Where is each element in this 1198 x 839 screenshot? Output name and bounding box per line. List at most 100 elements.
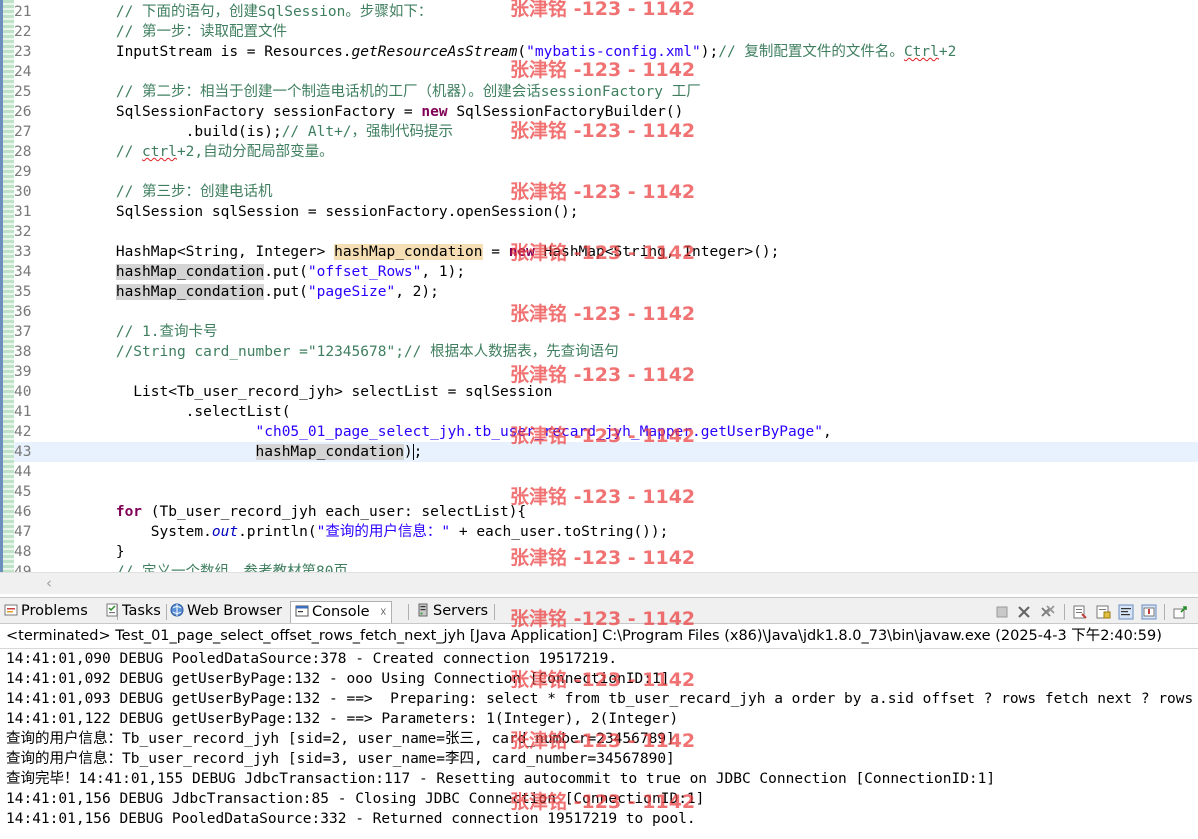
code-line[interactable]: 36 <box>14 302 1198 322</box>
code-line[interactable]: 35 hashMap_condation.put("pageSize", 2); <box>14 282 1198 302</box>
editor-horizontal-scrollbar[interactable]: ‹ <box>0 572 1198 594</box>
close-tab-icon[interactable]: ☓ <box>380 605 386 619</box>
code-token: ; <box>413 444 423 460</box>
code-token: ctrl <box>142 144 177 160</box>
code-line[interactable]: 25 // 第二步：相当于创建一个制造电话机的工厂（机器）。创建会话sessio… <box>14 82 1198 102</box>
line-number: 25 <box>14 84 32 100</box>
code-text: .build(is);// Alt+/，强制代码提示 <box>46 122 453 142</box>
console-line: 查询的用户信息：Tb_user_record_jyh [sid=3, user_… <box>6 751 675 767</box>
code-text: InputStream is = Resources.getResourceAs… <box>46 42 957 62</box>
code-token: "offset_Rows" <box>307 264 422 280</box>
clear-console-icon[interactable] <box>1072 604 1088 620</box>
line-number: 44 <box>14 464 32 480</box>
tasks-icon <box>106 603 118 617</box>
web-browser-icon <box>170 603 184 617</box>
views-tab-bar: Problems Tasks Web Browser Console ☓ Ser… <box>0 597 1198 624</box>
code-token: HashMap<String, Integer>(); <box>534 244 780 260</box>
line-number: 28 <box>14 144 32 160</box>
code-line[interactable]: 31 SqlSession sqlSession = sessionFactor… <box>14 202 1198 222</box>
code-token: // 1.查询卡号 <box>46 324 218 340</box>
code-token: .println( <box>238 524 317 540</box>
line-number: 36 <box>14 304 32 320</box>
code-token: .selectList( <box>46 404 291 420</box>
code-token: hashMap_condation <box>115 284 265 300</box>
code-text: hashMap_condation.put("offset_Rows", 1); <box>46 262 465 282</box>
show-console-on-output-icon[interactable] <box>1141 604 1157 620</box>
code-line[interactable]: 37 // 1.查询卡号 <box>14 322 1198 342</box>
tab-console[interactable]: Console ☓ <box>290 601 392 623</box>
tab-web-browser[interactable]: Web Browser <box>170 601 282 623</box>
code-token: .put( <box>264 284 308 300</box>
scroll-lock-icon[interactable] <box>1095 604 1111 620</box>
line-number: 49 <box>14 564 32 572</box>
console-line: 14:41:01,156 DEBUG PooledDataSource:332 … <box>6 811 696 827</box>
code-line[interactable]: 32 <box>14 222 1198 242</box>
console-view[interactable]: <terminated> Test_01_page_select_offset_… <box>0 625 1198 839</box>
code-line[interactable]: 34 hashMap_condation.put("offset_Rows", … <box>14 262 1198 282</box>
code-line[interactable]: 38 //String card_number ="12345678";// 根… <box>14 342 1198 362</box>
code-line[interactable]: 24 <box>14 62 1198 82</box>
code-line[interactable]: 43 hashMap_condation); <box>14 442 1198 462</box>
scroll-left-icon[interactable]: ‹ <box>46 574 52 592</box>
code-line[interactable]: 42 "ch05_01_page_select_jyh.tb_user_reca… <box>14 422 1198 442</box>
code-line[interactable]: 27 .build(is);// Alt+/，强制代码提示 <box>14 122 1198 142</box>
code-token: InputStream is = Resources. <box>46 44 352 60</box>
code-line[interactable]: 41 .selectList( <box>14 402 1198 422</box>
line-number: 46 <box>14 504 32 520</box>
tab-tasks[interactable]: Tasks <box>105 601 161 623</box>
code-line[interactable]: 21 // 下面的语句，创建SqlSession。步骤如下： <box>14 2 1198 22</box>
code-token: // 第二步：相当于创建一个制造电话机的工厂（机器）。创建会话sessionFa… <box>46 84 701 100</box>
toolbar-separator <box>1064 604 1065 620</box>
servers-icon <box>418 603 428 617</box>
code-token: out <box>211 524 239 540</box>
code-line[interactable]: 28 // ctrl+2,自动分配局部变量。 <box>14 142 1198 162</box>
terminate-icon[interactable] <box>994 604 1010 620</box>
word-wrap-icon[interactable] <box>1118 604 1134 620</box>
code-text: hashMap_condation.put("pageSize", 2); <box>46 282 439 302</box>
console-output[interactable]: 14:41:01,090 DEBUG PooledDataSource:378 … <box>6 649 1198 829</box>
code-line[interactable]: 46 for (Tb_user_record_jyh each_user: se… <box>14 502 1198 522</box>
code-token: ) <box>403 444 413 460</box>
console-line: 14:41:01,093 DEBUG getUserByPage:132 - =… <box>6 691 1198 707</box>
code-line[interactable]: 33 HashMap<String, Integer> hashMap_cond… <box>14 242 1198 262</box>
tab-separator <box>166 604 167 620</box>
tab-problems[interactable]: Problems <box>4 601 88 623</box>
remove-all-terminated-icon[interactable] <box>1040 604 1056 620</box>
code-token: , 2); <box>395 284 439 300</box>
code-line[interactable]: 29 <box>14 162 1198 182</box>
tab-separator <box>494 604 495 620</box>
code-line[interactable]: 45 <box>14 482 1198 502</box>
code-token: // 第一步：读取配置文件 <box>46 24 288 40</box>
code-line[interactable]: 47 System.out.println("查询的用户信息：" + each_… <box>14 522 1198 542</box>
code-text: // 第一步：读取配置文件 <box>46 22 287 42</box>
code-token: Ctrl <box>903 44 939 60</box>
console-line: 查询的用户信息：Tb_user_record_jyh [sid=2, user_… <box>6 731 675 747</box>
remove-launch-icon[interactable] <box>1016 604 1032 620</box>
code-editor[interactable]: 21 // 下面的语句，创建SqlSession。步骤如下： 22 // 第一步：… <box>0 0 1198 572</box>
code-line[interactable]: 39 <box>14 362 1198 382</box>
code-token: List<Tb_user_record_jyh> selectList = sq… <box>46 384 553 400</box>
code-token: "mybatis-config.xml" <box>526 44 701 60</box>
code-line[interactable]: 40 List<Tb_user_record_jyh> selectList =… <box>14 382 1198 402</box>
code-line[interactable]: 49 // 定义一个数组，参考教材第80页 <box>14 562 1198 572</box>
console-process-header: <terminated> Test_01_page_select_offset_… <box>6 628 1162 644</box>
code-text: } <box>46 542 125 562</box>
code-line[interactable]: 26 SqlSessionFactory sessionFactory = ne… <box>14 102 1198 122</box>
line-number: 45 <box>14 484 32 500</box>
code-token: new <box>421 104 448 120</box>
code-line[interactable]: 22 // 第一步：读取配置文件 <box>14 22 1198 42</box>
line-number: 31 <box>14 204 32 220</box>
code-line[interactable]: 48 } <box>14 542 1198 562</box>
code-line[interactable]: 23 InputStream is = Resources.getResourc… <box>14 42 1198 62</box>
code-lines[interactable]: 21 // 下面的语句，创建SqlSession。步骤如下： 22 // 第一步：… <box>14 2 1198 572</box>
tab-servers[interactable]: Servers <box>416 601 488 623</box>
code-token: // 第三步：创建电话机 <box>46 184 273 200</box>
code-token: ); <box>700 44 719 60</box>
code-token: // 复制配置文件的文件名。 <box>718 44 904 60</box>
code-line[interactable]: 30 // 第三步：创建电话机 <box>14 182 1198 202</box>
code-token: SqlSession sqlSession = sessionFactory.o… <box>46 204 579 220</box>
code-line[interactable]: 44 <box>14 462 1198 482</box>
pin-console-icon[interactable] <box>1172 604 1188 620</box>
